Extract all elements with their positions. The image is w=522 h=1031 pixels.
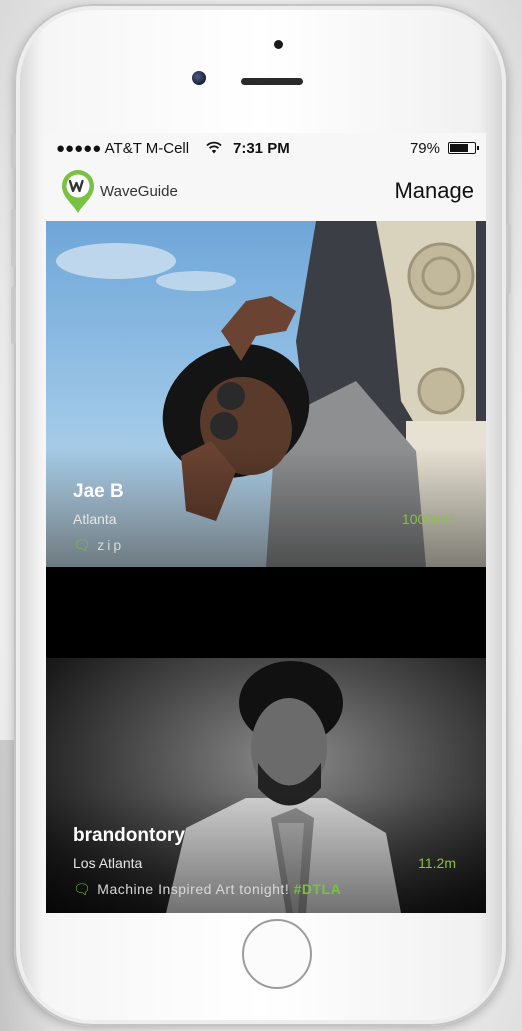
card-location: Atlanta <box>73 511 117 527</box>
card-message: 🗨 zip <box>73 537 124 554</box>
manage-button[interactable]: Manage <box>394 178 474 204</box>
status-time: 7:31 PM <box>233 140 290 157</box>
card-distance: 1000mi+ <box>401 511 456 527</box>
chat-bubble-icon: 🗨 <box>73 537 92 553</box>
card-distance: 11.2m <box>418 855 456 871</box>
card-message: 🗨 Machine Inspired Art tonight! #DTLA <box>73 881 341 898</box>
feed-card[interactable]: Jae B Atlanta 1000mi+ 🗨 zip <box>46 221 486 567</box>
nav-bar: WaveGuide Manage <box>46 163 486 222</box>
battery-level <box>450 144 468 152</box>
waveguide-logo-icon <box>62 170 94 213</box>
proximity-sensor <box>274 40 283 49</box>
brand-name: WaveGuide <box>100 183 178 200</box>
card-username: brandontory <box>73 825 185 846</box>
product-shot-background: ●●●●● AT&T M-Cell 7:31 PM 79% WaveGuide … <box>0 0 522 1031</box>
home-button[interactable] <box>242 919 312 989</box>
earpiece-speaker <box>241 78 303 85</box>
front-camera <box>192 71 206 85</box>
card-hashtag[interactable]: #DTLA <box>294 881 342 897</box>
card-message-text: Machine Inspired Art tonight! <box>97 881 290 897</box>
wifi-icon <box>206 141 222 154</box>
battery-percent: 79% <box>409 140 440 157</box>
card-username: Jae B <box>73 481 124 502</box>
volume-down-button <box>11 286 16 344</box>
battery-icon <box>448 142 479 154</box>
chat-bubble-icon: 🗨 <box>73 881 92 897</box>
mute-switch <box>11 134 16 168</box>
feed-card[interactable]: brandontory Los Atlanta 11.2m 🗨 Machine I… <box>46 658 486 913</box>
card-location: Los Atlanta <box>73 855 143 871</box>
app-screen: ●●●●● AT&T M-Cell 7:31 PM 79% WaveGuide … <box>46 133 486 913</box>
power-button <box>506 224 511 294</box>
status-bar: ●●●●● AT&T M-Cell 7:31 PM 79% <box>46 133 486 163</box>
card-message-text: zip <box>97 537 125 553</box>
carrier-label: ●●●●● AT&T M-Cell <box>56 140 190 157</box>
volume-up-button <box>11 209 16 267</box>
